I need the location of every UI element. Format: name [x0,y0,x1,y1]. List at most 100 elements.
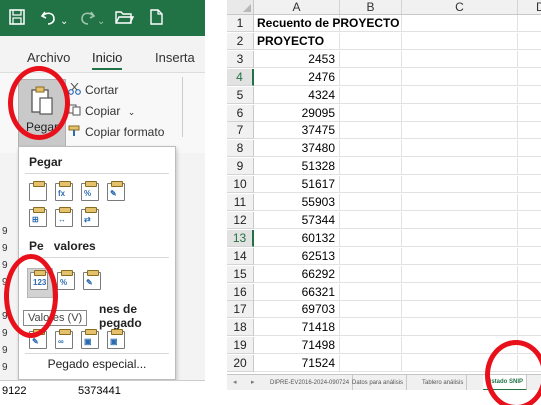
tab-archivo[interactable]: Archivo [27,50,70,65]
row-header[interactable]: 11 [227,194,254,211]
column-header-a[interactable]: A [254,0,340,14]
cell-b[interactable] [340,176,402,193]
cell-a[interactable]: 51328 [254,158,340,175]
cell-c[interactable] [402,87,518,104]
cell-a[interactable]: 62513 [254,248,340,265]
cell-d[interactable] [518,51,541,68]
cell-a[interactable]: 69703 [254,301,340,318]
format-painter-button[interactable]: Copiar formato [68,125,164,139]
row-header[interactable]: 13 [227,230,254,247]
cell-a[interactable]: 55903 [254,194,340,211]
cell-b[interactable] [340,87,402,104]
cell-b[interactable] [340,105,402,122]
cell-c[interactable] [402,284,518,301]
cell-d[interactable] [518,301,541,318]
cell-b[interactable] [340,33,402,50]
cell-c[interactable] [402,266,518,283]
tab-insertar[interactable]: Inserta [155,50,195,65]
cell-b[interactable] [340,230,402,247]
cell-b[interactable] [340,194,402,211]
paste-special-item[interactable]: Pegado especial... [19,357,175,371]
cell-d[interactable] [518,15,541,32]
cell-d[interactable] [518,248,541,265]
cell-a[interactable]: 71524 [254,355,340,372]
row-header[interactable]: 8 [227,140,254,157]
cell-c[interactable] [402,212,518,229]
redo-icon[interactable] [78,8,96,30]
cell-b[interactable] [340,140,402,157]
sheet-tab[interactable]: Tablero análisis [419,375,468,391]
cell-d[interactable] [518,140,541,157]
paste-no-borders-icon[interactable]: ⊞ [29,207,47,227]
redo-dropdown-icon[interactable]: ⌄ [97,12,105,32]
cell-d[interactable] [518,212,541,229]
cell-a[interactable]: 66292 [254,266,340,283]
cell-d[interactable] [518,122,541,139]
cell-d[interactable] [518,266,541,283]
cell-a[interactable]: PROYECTO [254,33,340,50]
row-header[interactable]: 4 [227,69,254,86]
tab-scroll-right-icon[interactable]: ▸ [251,375,255,391]
cell-d[interactable] [518,176,541,193]
cell-c[interactable] [402,140,518,157]
cell-c[interactable] [402,33,518,50]
cell-b[interactable] [340,51,402,68]
cell-c[interactable] [402,69,518,86]
sheet-tab[interactable]: DIPRE-EV2016-2024-090724 [267,375,354,391]
cell-d[interactable] [518,69,541,86]
row-header[interactable]: 1 [227,15,254,32]
row-header[interactable]: 9 [227,158,254,175]
row-header[interactable]: 14 [227,248,254,265]
cell-b[interactable] [340,266,402,283]
cell-b[interactable] [340,284,402,301]
cell-d[interactable] [518,33,541,50]
cell-c[interactable] [402,301,518,318]
cell-a[interactable]: 66321 [254,284,340,301]
cell-c[interactable] [402,194,518,211]
chevron-down-icon[interactable]: ⌄ [128,107,136,117]
cell-d[interactable] [518,87,541,104]
cell-b[interactable] [340,337,402,354]
cell-b[interactable] [340,212,402,229]
cell-a[interactable]: 37475 [254,122,340,139]
cell-b[interactable] [340,69,402,86]
row-header[interactable]: 3 [227,51,254,68]
cell-a[interactable]: 71418 [254,319,340,336]
row-header[interactable]: 19 [227,337,254,354]
row-header[interactable]: 6 [227,105,254,122]
cell-a[interactable]: 4324 [254,87,340,104]
cell-b[interactable] [340,122,402,139]
paste-keep-widths-icon[interactable]: ↔ [55,207,73,227]
cell-c[interactable] [402,51,518,68]
cell-a[interactable]: 71498 [254,337,340,354]
row-header[interactable]: 15 [227,266,254,283]
cell-c[interactable] [402,122,518,139]
copy-button[interactable]: Copiar ⌄ [68,104,135,118]
cell-a[interactable]: 37480 [254,140,340,157]
row-header[interactable]: 12 [227,212,254,229]
cell-c[interactable] [402,105,518,122]
cell-b[interactable] [340,319,402,336]
cell-c[interactable] [402,176,518,193]
paste-link-icon[interactable]: ∞ [55,329,73,349]
cell-a[interactable]: 29095 [254,105,340,122]
cell-b[interactable] [340,301,402,318]
cell-a[interactable]: 2453 [254,51,340,68]
cell-a[interactable]: 51617 [254,176,340,193]
paste-formulas-format-icon[interactable]: % [81,181,99,201]
undo-icon[interactable] [40,8,58,30]
column-header-b[interactable]: B [340,0,402,14]
cell-a[interactable]: Recuento de PROYECTO [254,15,399,32]
tab-scroll-left-icon[interactable]: ◂ [233,375,237,391]
row-header[interactable]: 20 [227,355,254,372]
cell-c[interactable] [402,230,518,247]
row-header[interactable]: 2 [227,33,254,50]
paste-picture-icon[interactable]: ▣ [81,329,99,349]
sheet-tab[interactable]: Datos para análisis [349,375,408,391]
column-header-d[interactable]: D [518,0,541,14]
paste-icon[interactable] [29,181,47,201]
paste-values-source-format-icon[interactable]: ✎ [83,270,101,290]
paste-values-number-format-icon[interactable]: % [57,270,75,290]
row-header[interactable]: 18 [227,319,254,336]
cell-a[interactable]: 57344 [254,212,340,229]
